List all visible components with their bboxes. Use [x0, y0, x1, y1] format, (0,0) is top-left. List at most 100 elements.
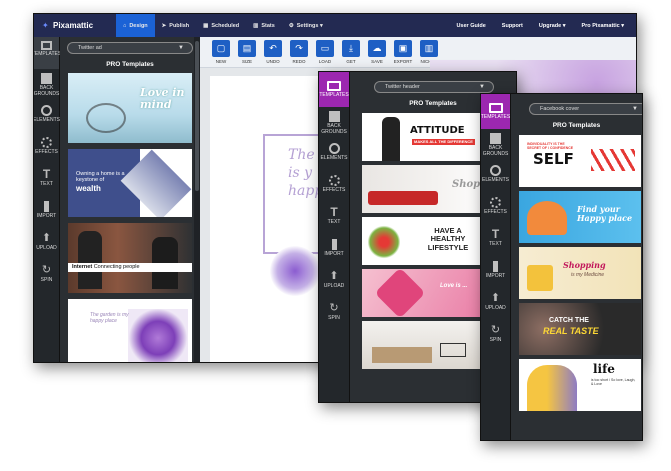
facebook-cover-window: TEMPLATES BACK GROUNDS ELEMENTS EFFECTS … — [480, 93, 643, 441]
nav-publish[interactable]: ➤ Publish — [155, 14, 196, 37]
rail-elements[interactable]: ELEMENTS — [319, 139, 349, 171]
nav-stats[interactable]: ▥ Stats — [246, 14, 282, 37]
calendar-icon: ▦ — [203, 22, 209, 29]
rail-import[interactable]: IMPORT — [319, 235, 349, 267]
tool-rail: TEMPLATES BACK GROUNDS ELEMENTS EFFECTS … — [34, 37, 61, 362]
save-button[interactable]: ☁ SAVE — [368, 40, 386, 64]
app-logo[interactable]: ✦ Pixamattic — [42, 21, 116, 30]
rail-spin[interactable]: ↻ SPIN — [34, 261, 59, 293]
cyclists-image — [86, 103, 126, 133]
template-size-dropdown[interactable]: Facebook cover ▼ — [529, 103, 642, 115]
person-image — [382, 117, 400, 161]
pixamattic-logo-icon: ✦ — [42, 20, 49, 30]
tool-rail: TEMPLATES BACK GROUNDS ELEMENTS EFFECTS … — [319, 72, 350, 402]
rail-text[interactable]: T TEXT — [481, 225, 510, 257]
rail-templates[interactable]: TEMPLATES — [34, 37, 61, 69]
new-icon: ▢ — [212, 40, 230, 57]
export-button[interactable]: ▣ EXPORT — [394, 40, 412, 64]
rail-backgrounds[interactable]: BACK GROUNDS — [34, 69, 59, 101]
nav-support[interactable]: Support — [502, 23, 523, 29]
template-card[interactable]: Love in mind — [68, 73, 192, 143]
rail-import[interactable]: IMPORT — [481, 257, 510, 289]
rail-backgrounds[interactable]: BACK GROUNDS — [319, 107, 349, 139]
rail-text[interactable]: T TEXT — [34, 165, 59, 197]
canvas-artboard[interactable]: The is y happ — [210, 76, 320, 362]
nav-user-guide[interactable]: User Guide — [456, 23, 485, 29]
new-button[interactable]: ▢ NEW — [212, 40, 230, 64]
panel-title: PRO Templates — [106, 61, 154, 68]
template-size-dropdown[interactable]: Twitter header ▼ — [374, 81, 494, 93]
rail-upload[interactable]: ⬆ UPLOAD — [34, 229, 59, 261]
rail-templates[interactable]: TEMPLATES — [481, 94, 510, 129]
nav-account[interactable]: Pro Pixamattic ▾ — [582, 23, 625, 29]
chevron-down-icon: ▼ — [632, 106, 638, 112]
effects-icon — [41, 137, 52, 148]
rail-elements[interactable]: ELEMENTS — [34, 101, 60, 133]
import-icon — [44, 201, 49, 212]
person-image — [78, 231, 102, 289]
rail-effects[interactable]: EFFECTS — [34, 133, 59, 165]
nav-design[interactable]: ⌂ Design — [116, 14, 155, 37]
import-icon — [493, 261, 498, 272]
rail-upload[interactable]: ⬆ UPLOAD — [481, 289, 510, 321]
rail-text[interactable]: T TEXT — [319, 203, 349, 235]
nav-upgrade[interactable]: Upgrade ▾ — [539, 23, 566, 29]
rail-spin[interactable]: ↻ SPIN — [319, 299, 349, 331]
effects-icon — [328, 175, 340, 186]
template-card[interactable]: Owning a home is a keystone of wealth — [68, 149, 192, 217]
top-navbar: ✦ Pixamattic ⌂ Design ➤ Publish ▦ Scheduled … — [34, 14, 636, 37]
nav-scheduled[interactable]: ▦ Scheduled — [196, 14, 246, 37]
rail-elements[interactable]: ELEMENTS — [481, 161, 510, 193]
rail-templates[interactable]: TEMPLATES — [319, 72, 349, 107]
rail-upload[interactable]: ⬆ UPLOAD — [319, 267, 349, 299]
rail-spin[interactable]: ↻ SPIN — [481, 321, 510, 353]
darts-image — [591, 149, 635, 171]
template-card[interactable]: Love is ... — [362, 269, 495, 317]
chevron-down-icon: ▼ — [178, 45, 184, 51]
template-card[interactable]: life is too short / So love, Laugh, & Lo… — [519, 359, 641, 411]
spin-icon: ↻ — [41, 264, 52, 276]
scroll-thumb[interactable] — [195, 41, 199, 191]
rail-import[interactable]: IMPORT — [34, 197, 59, 229]
template-card[interactable]: HAVE A HEALTHY LIFESTYLE — [362, 217, 495, 265]
rail-effects[interactable]: EFFECTS — [481, 193, 510, 225]
template-card[interactable]: Internet Connecting people — [68, 223, 192, 293]
redo-button[interactable]: ↷ REDO — [290, 40, 308, 64]
send-icon: ➤ — [161, 22, 167, 29]
canvas-text[interactable]: The is y happ — [288, 146, 320, 200]
templates-panel: Facebook cover ▼ PRO Templates INDIVIDUAL… — [511, 94, 642, 440]
upload-icon: ⬆ — [41, 232, 52, 244]
nav-settings[interactable]: ⚙ Settings ▾ — [282, 14, 330, 37]
template-card[interactable]: Shopping — [362, 165, 495, 213]
template-size-dropdown[interactable]: Twitter ad ▼ — [67, 42, 193, 54]
upload-icon: ⬆ — [329, 270, 339, 282]
template-card[interactable]: CATCH THE REAL TASTE — [519, 303, 641, 355]
template-card[interactable] — [362, 321, 495, 369]
fruits-image — [368, 225, 400, 259]
size-button[interactable]: ▤ SIZE — [238, 40, 256, 64]
spin-icon: ↻ — [490, 324, 501, 336]
text-icon: T — [491, 227, 500, 241]
templates-panel: Twitter ad ▼ PRO Templates Love in mind O… — [60, 37, 200, 362]
template-card[interactable]: ATTITUDE MAKES ALL THE DIFFERENCE — [362, 113, 495, 161]
chevron-down-icon: ▼ — [479, 84, 485, 90]
get-button[interactable]: ⤓ GET — [342, 40, 360, 64]
background-icon — [490, 133, 501, 144]
load-button[interactable]: ▭ LOAD — [316, 40, 334, 64]
undo-button[interactable]: ↶ UNDO — [264, 40, 282, 64]
rail-effects[interactable]: EFFECTS — [319, 171, 349, 203]
rail-backgrounds[interactable]: BACK GROUNDS — [481, 129, 510, 161]
import-icon — [331, 239, 337, 250]
template-card[interactable]: INDIVIDUALITY IS THE SECRET OF / CONFIDE… — [519, 135, 641, 187]
text-icon: T — [42, 167, 51, 181]
flowers-image — [128, 309, 188, 362]
niches-icon: ▥ — [420, 40, 438, 57]
home-icon: ⌂ — [123, 22, 127, 29]
spin-icon: ↻ — [329, 302, 339, 314]
size-icon: ▤ — [238, 40, 256, 57]
template-card[interactable]: Find your Happy place — [519, 191, 641, 243]
panel-title: PRO Templates — [552, 122, 601, 129]
template-card[interactable]: The garden is my happy place — [68, 299, 192, 362]
template-card[interactable]: Shopping is my Medicine — [519, 247, 641, 299]
canvas-flowers — [270, 246, 320, 296]
